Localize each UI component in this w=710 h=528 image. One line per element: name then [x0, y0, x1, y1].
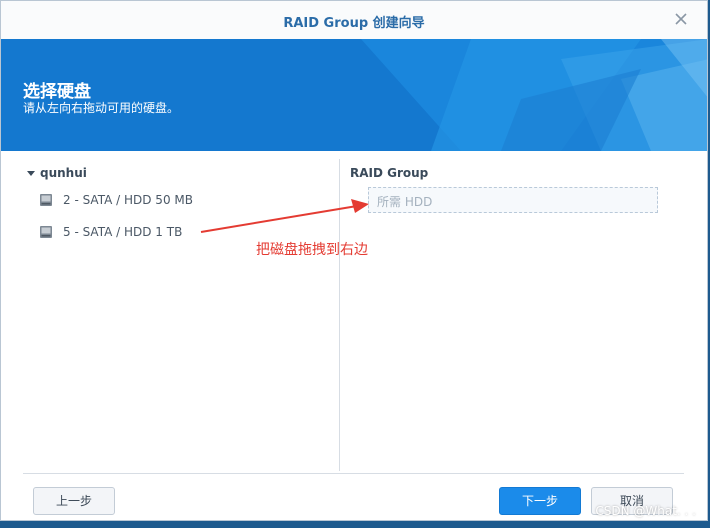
expand-triangle-icon[interactable] [27, 170, 35, 176]
window-title: RAID Group 创建向导 [283, 16, 425, 31]
next-button[interactable]: 下一步 [499, 487, 581, 515]
annotation-arrow-icon [200, 199, 369, 233]
close-icon[interactable] [671, 9, 691, 29]
desktop-strip [0, 521, 710, 528]
disk-group-name: qunhui [40, 166, 87, 180]
disk-item[interactable]: 2 - SATA / HDD 50 MB [39, 189, 193, 211]
watermark: CSDN @What. . . [595, 504, 696, 518]
disk-drop-zone[interactable]: 所需 HDD [368, 187, 658, 213]
previous-button[interactable]: 上一步 [33, 487, 115, 515]
raid-wizard-dialog: RAID Group 创建向导 选择硬盘 请从左向右拖动可用的硬盘。 qunhu… [0, 0, 708, 521]
disk-label: 2 - SATA / HDD 50 MB [63, 193, 193, 207]
step-subtitle: 请从左向右拖动可用的硬盘。 [23, 101, 180, 115]
disk-label: 5 - SATA / HDD 1 TB [63, 225, 183, 239]
hard-drive-icon [39, 193, 53, 207]
annotation-text: 把磁盘拖拽到右边 [256, 242, 368, 258]
raid-group-title: RAID Group [350, 166, 429, 180]
banner-background [361, 39, 707, 151]
footer-divider [23, 473, 684, 474]
raid-group-pane: RAID Group 所需 HDD [341, 159, 686, 471]
header-banner: 选择硬盘 请从左向右拖动可用的硬盘。 [1, 39, 707, 151]
drop-zone-placeholder: 所需 HDD [377, 195, 433, 209]
title-bar[interactable]: RAID Group 创建向导 [1, 1, 707, 40]
disk-item[interactable]: 5 - SATA / HDD 1 TB [39, 221, 182, 243]
hard-drive-icon [39, 225, 53, 239]
disk-group-header[interactable]: qunhui [27, 166, 87, 180]
